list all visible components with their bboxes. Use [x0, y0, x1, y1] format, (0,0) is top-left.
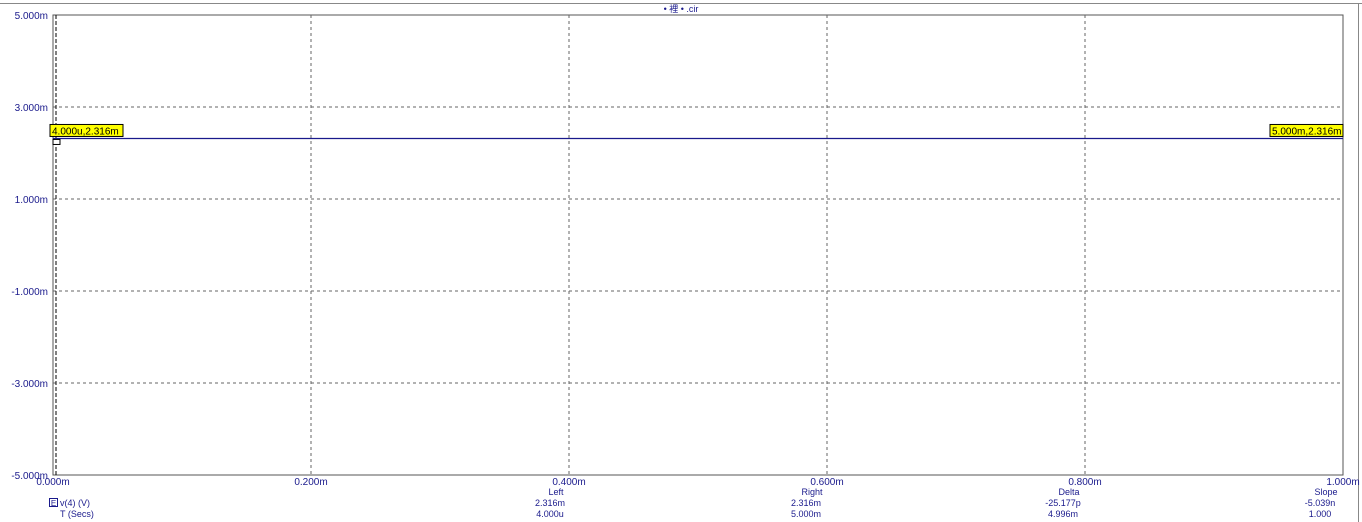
readout-delta-y: -25.177p — [1045, 498, 1081, 508]
cursor-label: 4.000u,2.316m — [49, 123, 124, 137]
y-tick-label: -1.000m — [11, 287, 48, 298]
y-tick-label: -5.000m — [11, 471, 48, 482]
readout-right-y: 2.316m — [790, 498, 822, 508]
readout-left-y: 2.316m — [534, 498, 566, 508]
cursor-label-text: 4.000u,2.316m — [52, 126, 119, 137]
trace-marker-icon[interactable]: E — [49, 498, 58, 508]
cursor-label-text: 5.000m,2.316m — [1272, 126, 1342, 137]
readout-header-right: Right — [801, 487, 823, 497]
readout-header-left: Left — [548, 487, 564, 497]
cursor-marker — [52, 138, 61, 145]
readout-header-slope: Slope — [1314, 487, 1338, 497]
chart-plot-area[interactable]: 0.000m 0.200m 0.400m 0.600m 0.800m 1.000m5.00… — [0, 0, 1362, 522]
readout-header-delta: Delta — [1058, 487, 1080, 497]
y-tick-label: 1.000m — [15, 195, 48, 206]
x-variable-name: T (Secs) — [60, 509, 94, 519]
readout-right-x: 5.000m — [790, 509, 822, 519]
readout-delta-x: 4.996m — [1047, 509, 1079, 519]
readout-slope-x: 1.000 — [1308, 509, 1332, 519]
readout-slope-y: -5.039n — [1304, 498, 1336, 508]
y-tick-label: 3.000m — [15, 103, 48, 114]
readout-left-x: 4.000u — [536, 509, 564, 519]
plot-frame — [52, 14, 1344, 476]
trace-name[interactable]: v(4) (V) — [60, 498, 90, 509]
y-tick-label: -3.000m — [11, 379, 48, 390]
y-tick-label: 5.000m — [15, 11, 48, 22]
cursor-label: 5.000m,2.316m — [1269, 123, 1344, 137]
cursor-readout: v(4) (V) T (Secs) Left 2.316m 4.000u Rig… — [0, 486, 1362, 522]
